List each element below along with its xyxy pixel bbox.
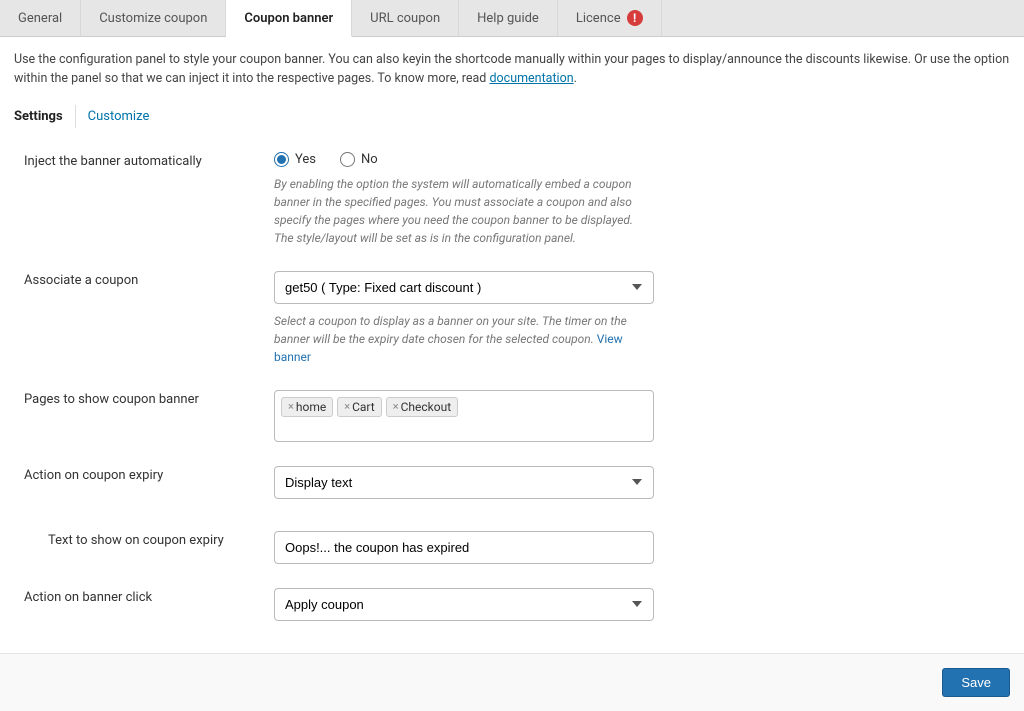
close-icon[interactable]: ×: [393, 400, 399, 413]
tab-url-coupon[interactable]: URL coupon: [352, 0, 459, 36]
panel-content: Use the configuration panel to style you…: [0, 37, 1024, 643]
token-cart[interactable]: ×Cart: [337, 397, 382, 417]
subtab-settings[interactable]: Settings: [14, 105, 76, 128]
save-button[interactable]: Save: [942, 668, 1010, 697]
radio-no-label: No: [361, 152, 378, 167]
tab-customize-coupon[interactable]: Customize coupon: [81, 0, 226, 36]
inject-help: By enabling the option the system will a…: [274, 175, 654, 247]
expiry-text-input[interactable]: [274, 531, 654, 564]
inject-radio-group: Yes No: [274, 152, 654, 167]
banner-click-select-wrap: Apply coupon: [274, 588, 654, 621]
row-inject-banner: Inject the banner automatically Yes No B…: [14, 142, 1010, 261]
radio-no-input[interactable]: [340, 152, 355, 167]
label-banner-click: Action on banner click: [24, 588, 274, 605]
token-home-label: home: [296, 400, 326, 414]
associate-coupon-select[interactable]: get50 ( Type: Fixed cart discount ): [274, 271, 654, 304]
token-cart-label: Cart: [352, 400, 375, 414]
row-banner-click: Action on banner click Apply coupon: [14, 578, 1010, 643]
expiry-action-select-wrap: Display text: [274, 466, 654, 499]
alert-icon: !: [627, 10, 643, 26]
close-icon[interactable]: ×: [288, 400, 294, 413]
intro-part2: .: [574, 71, 577, 86]
tab-help-guide[interactable]: Help guide: [459, 0, 558, 36]
token-checkout-label: Checkout: [401, 400, 452, 414]
expiry-action-select[interactable]: Display text: [274, 466, 654, 499]
banner-click-select[interactable]: Apply coupon: [274, 588, 654, 621]
tab-coupon-banner[interactable]: Coupon banner: [226, 0, 352, 37]
main-tabs: General Customize coupon Coupon banner U…: [0, 0, 1024, 37]
radio-yes[interactable]: Yes: [274, 152, 316, 167]
tab-general[interactable]: General: [0, 0, 81, 36]
radio-yes-input[interactable]: [274, 152, 289, 167]
associate-help-text: Select a coupon to display as a banner o…: [274, 314, 627, 346]
label-expiry-text: Text to show on coupon expiry: [24, 531, 274, 548]
label-inject-banner: Inject the banner automatically: [24, 152, 274, 169]
close-icon[interactable]: ×: [344, 400, 350, 413]
token-checkout[interactable]: ×Checkout: [386, 397, 458, 417]
tab-licence-label: Licence: [576, 11, 621, 26]
documentation-link[interactable]: documentation: [489, 71, 573, 86]
label-pages: Pages to show coupon banner: [24, 390, 274, 407]
sub-tabs: Settings Customize: [14, 105, 1010, 128]
label-associate-coupon: Associate a coupon: [24, 271, 274, 288]
token-home[interactable]: ×home: [281, 397, 333, 417]
radio-no[interactable]: No: [340, 152, 378, 167]
tab-licence[interactable]: Licence !: [558, 0, 662, 36]
row-associate-coupon: Associate a coupon get50 ( Type: Fixed c…: [14, 261, 1010, 380]
subtab-customize[interactable]: Customize: [88, 105, 162, 128]
row-expiry-action: Action on coupon expiry Display text: [14, 456, 1010, 521]
intro-text: Use the configuration panel to style you…: [14, 51, 1010, 89]
radio-yes-label: Yes: [295, 152, 316, 167]
label-expiry-action: Action on coupon expiry: [24, 466, 274, 483]
associate-help: Select a coupon to display as a banner o…: [274, 312, 654, 366]
associate-select-wrap: get50 ( Type: Fixed cart discount ): [274, 271, 654, 304]
row-expiry-text: Text to show on coupon expiry: [14, 521, 1010, 578]
footer-bar: Save: [0, 653, 1024, 711]
row-pages: Pages to show coupon banner ×home ×Cart …: [14, 380, 1010, 456]
pages-token-input[interactable]: ×home ×Cart ×Checkout: [274, 390, 654, 442]
